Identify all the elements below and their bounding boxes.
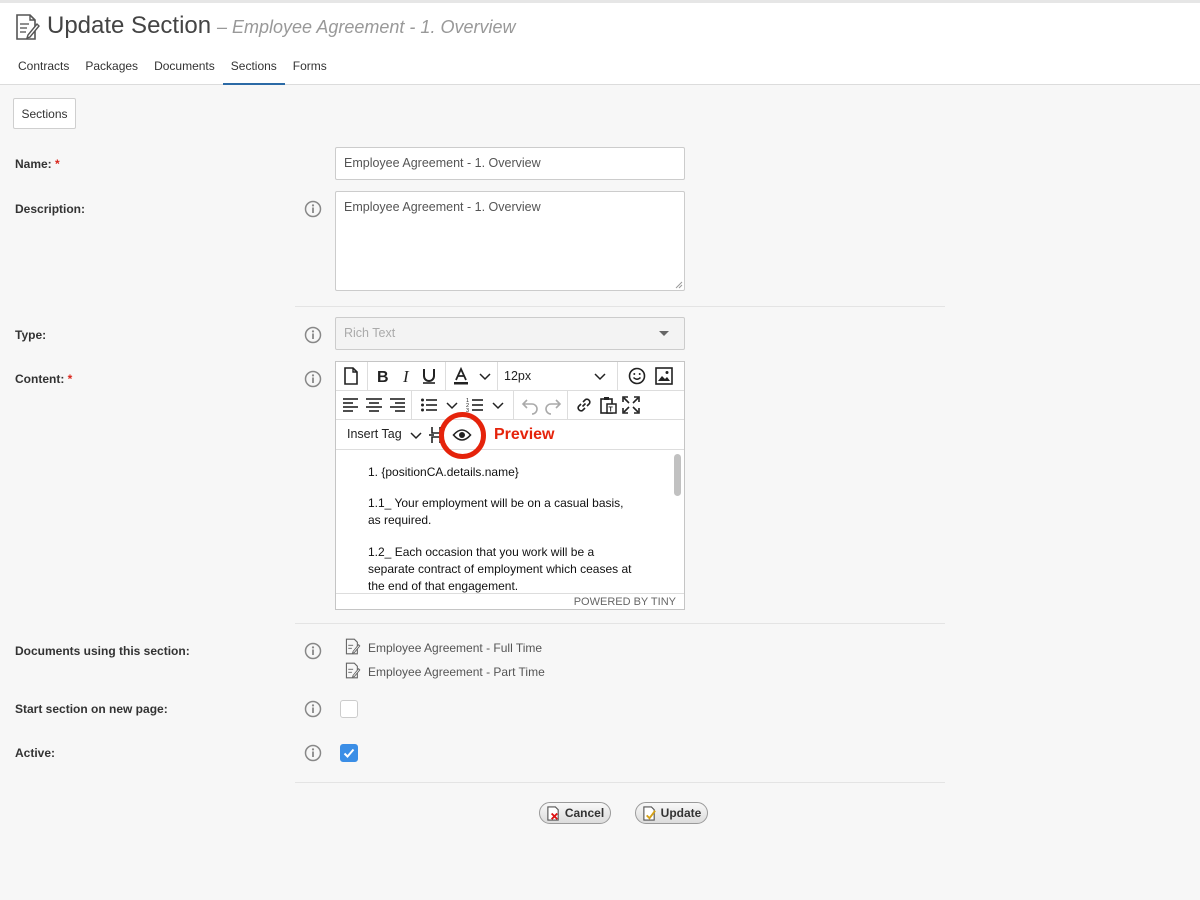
main-nav: Contracts Packages Documents Sections Fo…	[10, 53, 335, 85]
content-label: Content: *	[15, 372, 72, 386]
align-left-icon[interactable]	[341, 395, 361, 415]
required-mark: *	[67, 372, 73, 386]
editor-statusbar: POWERED BY TINY	[336, 593, 684, 609]
editor-toolbar-row: 123 T	[336, 391, 684, 420]
toolbar-separator	[567, 391, 568, 420]
content-paragraph: 1. {positionCA.details.name}	[368, 465, 519, 479]
chevron-down-icon[interactable]	[590, 366, 610, 386]
toolbar-separator	[617, 362, 618, 391]
insert-tag-menu[interactable]: Insert Tag	[347, 427, 402, 441]
editor-content[interactable]: 1. {positionCA.details.name} 1.1_ Your e…	[336, 450, 684, 593]
toolbar-separator	[411, 391, 412, 420]
bullet-list-icon[interactable]	[419, 395, 439, 415]
toolbar-separator	[513, 391, 514, 420]
document-edit-icon	[345, 638, 361, 655]
undo-icon[interactable]	[520, 395, 540, 415]
tab-sections[interactable]: Sections	[222, 53, 285, 85]
info-icon[interactable]	[304, 744, 322, 762]
required-mark: *	[55, 157, 60, 171]
info-icon[interactable]	[304, 700, 322, 718]
align-center-icon[interactable]	[364, 395, 384, 415]
type-select[interactable]: Rich Text	[335, 317, 685, 350]
resize-handle-icon[interactable]	[675, 281, 683, 289]
document-link[interactable]: Employee Agreement - Part Time	[344, 662, 545, 679]
document-edit-icon	[16, 14, 40, 40]
divider	[295, 306, 945, 307]
preview-highlight-circle	[439, 412, 486, 459]
tab-forms[interactable]: Forms	[285, 53, 335, 85]
toolbar-separator	[367, 362, 368, 391]
page-subtitle: – Employee Agreement - 1. Overview	[217, 17, 516, 37]
document-link-text[interactable]: Employee Agreement - Part Time	[368, 665, 545, 679]
bold-icon[interactable]: B	[373, 366, 393, 386]
name-label-text: Name:	[15, 157, 52, 171]
name-input[interactable]: Employee Agreement - 1. Overview	[335, 147, 685, 180]
chevron-down-icon[interactable]	[475, 366, 495, 386]
description-textarea[interactable]: Employee Agreement - 1. Overview	[335, 191, 685, 291]
chevron-down-icon[interactable]	[406, 425, 426, 445]
emoji-icon[interactable]	[627, 366, 647, 386]
link-icon[interactable]	[574, 395, 594, 415]
new-page-label: Start section on new page:	[15, 702, 168, 716]
update-button[interactable]: Update	[635, 802, 708, 824]
fullscreen-icon[interactable]	[621, 395, 641, 415]
name-label: Name: *	[15, 157, 60, 171]
italic-icon[interactable]: I	[397, 366, 417, 386]
active-label: Active:	[15, 746, 56, 760]
align-right-icon[interactable]	[387, 395, 407, 415]
svg-text:I: I	[402, 367, 410, 386]
underline-icon[interactable]	[419, 366, 439, 386]
font-size-select[interactable]: 12px	[504, 369, 531, 383]
update-label: Update	[660, 806, 702, 820]
tab-packages[interactable]: Packages	[77, 53, 146, 85]
info-icon[interactable]	[304, 370, 322, 388]
update-document-icon	[642, 805, 656, 821]
content-label-text: Content:	[15, 372, 65, 386]
info-icon[interactable]	[304, 200, 322, 218]
cancel-label: Cancel	[564, 806, 605, 820]
content-paragraph: 1.1_ Your employment will be on a casual…	[368, 496, 624, 527]
toolbar-separator	[445, 362, 446, 391]
toolbar-separator	[497, 362, 498, 391]
active-checkbox[interactable]	[340, 744, 358, 762]
page-title: Update Section	[47, 12, 212, 39]
type-label: Type:	[15, 328, 47, 342]
document-link[interactable]: Employee Agreement - Full Time	[344, 638, 542, 655]
content-paragraph: 1.2_ Each occasion that you work will be…	[368, 545, 632, 593]
page-header: Update Section – Employee Agreement - 1.…	[0, 3, 1200, 85]
new-document-icon[interactable]	[341, 366, 361, 386]
document-edit-icon	[345, 662, 361, 679]
sections-button[interactable]: Sections	[13, 98, 76, 129]
checkmark-icon	[343, 748, 355, 758]
chevron-down-icon	[659, 331, 669, 336]
document-link-text[interactable]: Employee Agreement - Full Time	[368, 641, 542, 655]
cancel-button[interactable]: Cancel	[539, 802, 611, 824]
rich-text-editor: B I 12px 123 T Insert Tag 1. {positionCA…	[335, 361, 685, 610]
info-icon[interactable]	[304, 326, 322, 344]
text-color-icon[interactable]	[451, 366, 471, 386]
tab-contracts[interactable]: Contracts	[10, 53, 77, 85]
info-icon[interactable]	[304, 642, 322, 660]
tab-documents[interactable]: Documents	[146, 53, 223, 85]
preview-annotation: Preview	[494, 426, 555, 443]
documents-label: Documents using this section:	[15, 644, 190, 658]
divider	[295, 782, 945, 783]
chevron-down-icon[interactable]	[488, 395, 508, 415]
svg-text:B: B	[377, 369, 389, 386]
description-label: Description:	[15, 202, 86, 216]
editor-toolbar-row: B I 12px	[336, 362, 684, 391]
svg-text:T: T	[609, 407, 614, 414]
divider	[295, 623, 945, 624]
cancel-document-icon	[547, 805, 559, 821]
redo-icon[interactable]	[543, 395, 563, 415]
editor-scrollbar[interactable]	[674, 454, 681, 496]
new-page-checkbox[interactable]	[340, 700, 358, 718]
paste-icon[interactable]: T	[598, 395, 618, 415]
image-icon[interactable]	[654, 366, 674, 386]
